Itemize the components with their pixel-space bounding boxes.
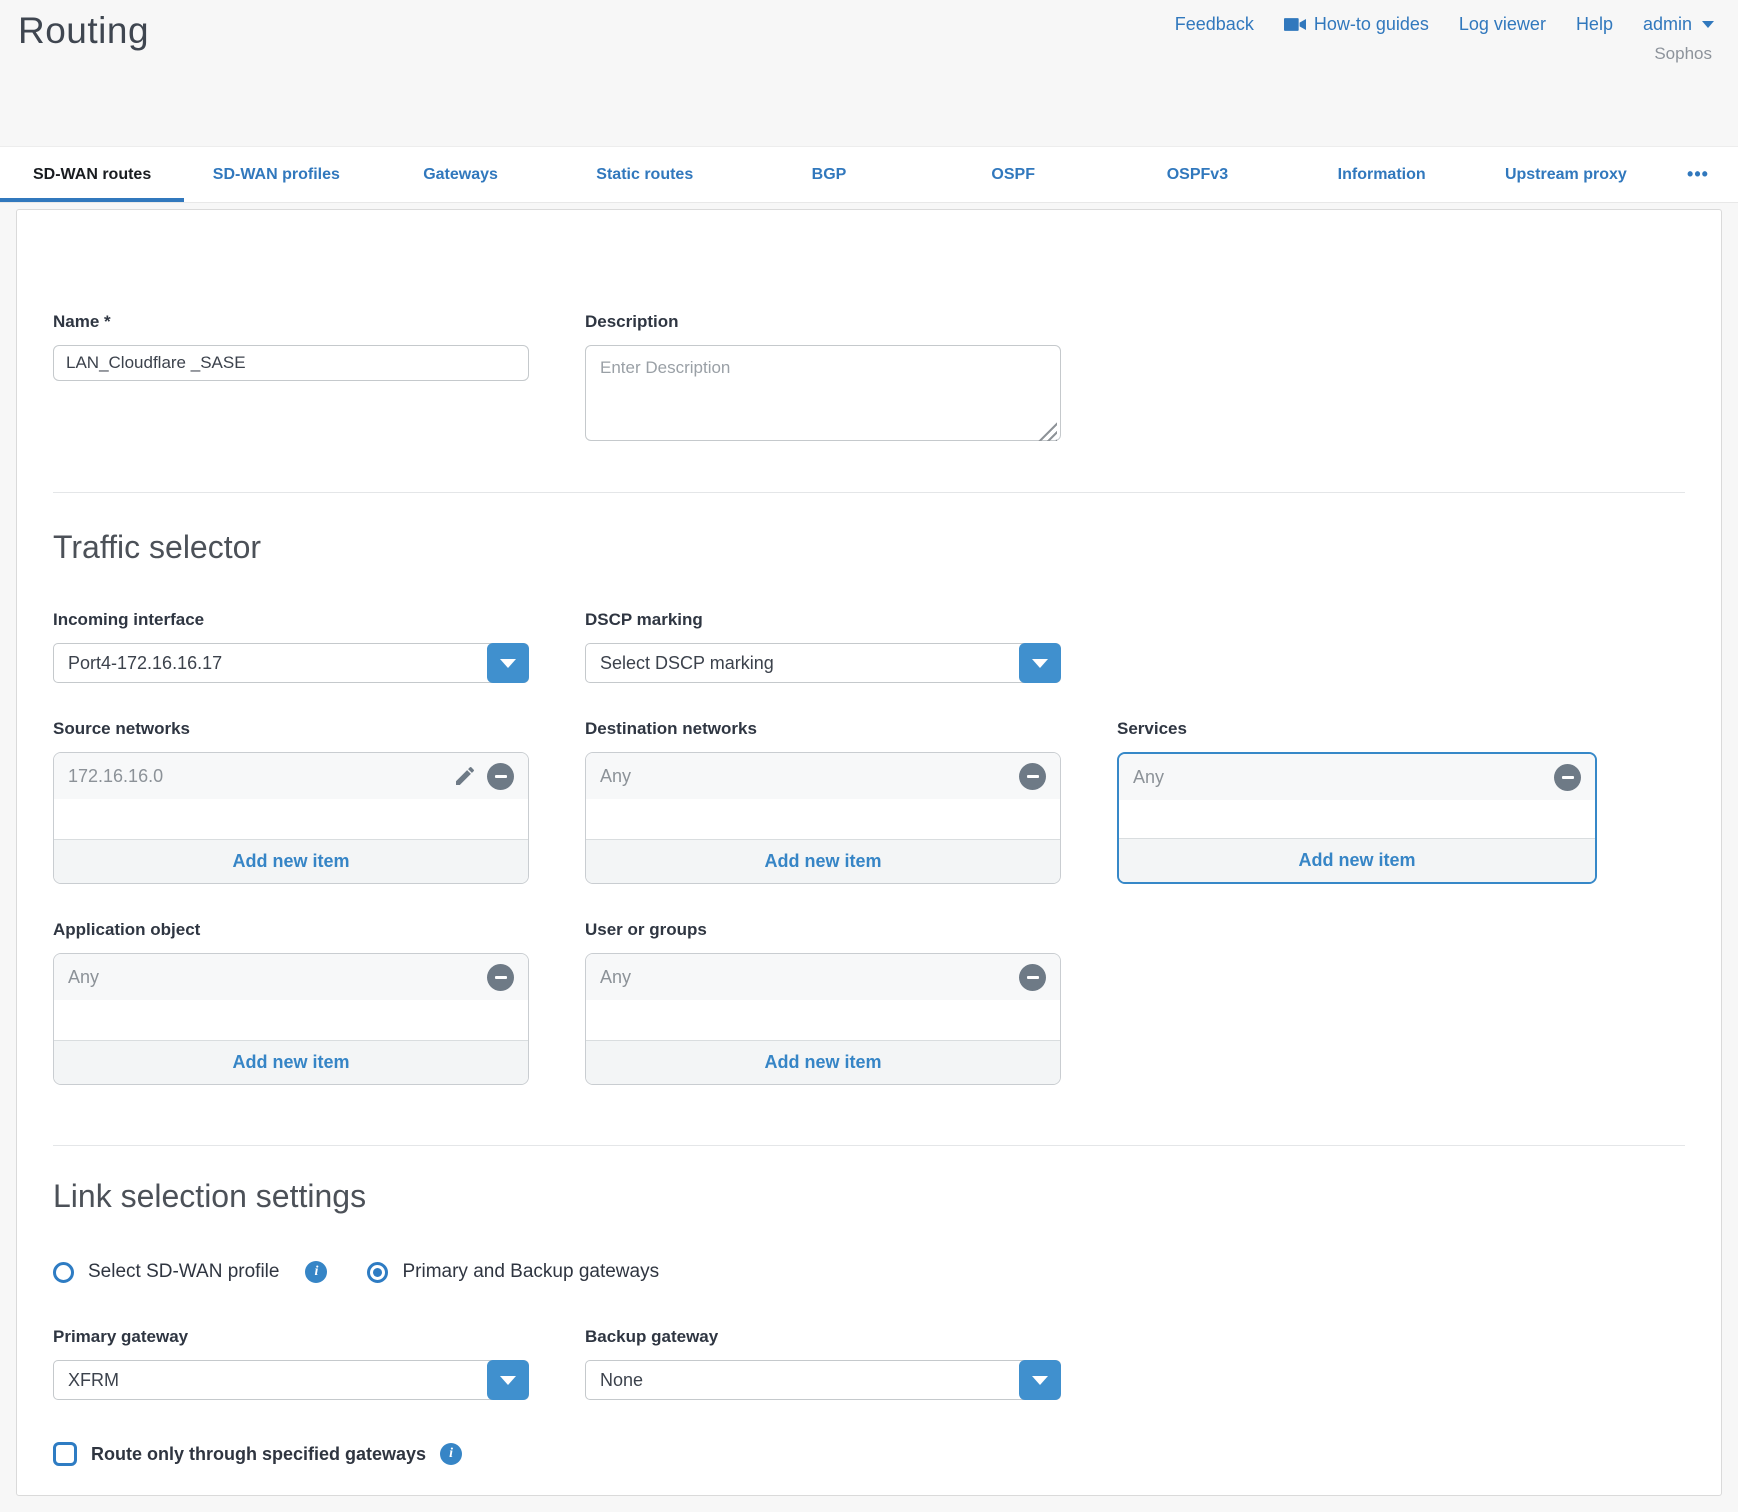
route-only-label: Route only through specified gateways (91, 1444, 426, 1465)
video-camera-icon (1284, 17, 1306, 32)
chevron-down-icon[interactable] (1019, 643, 1061, 683)
application-object-label: Application object (53, 920, 529, 940)
chevron-down-icon[interactable] (487, 1360, 529, 1400)
add-new-item-button[interactable]: Add new item (54, 1040, 528, 1084)
info-icon[interactable]: i (305, 1261, 327, 1283)
description-label: Description (585, 312, 1061, 332)
link-selection-heading: Link selection settings (53, 1178, 1685, 1215)
tab-ospf[interactable]: OSPF (921, 147, 1105, 202)
list-item: Any (586, 954, 1060, 1000)
tab-information[interactable]: Information (1290, 147, 1474, 202)
dscp-marking-value: Select DSCP marking (600, 653, 774, 674)
dscp-marking-select[interactable]: Select DSCP marking (585, 643, 1061, 683)
page-title: Routing (18, 10, 149, 52)
application-object-group: Application object Any Add new item (53, 920, 529, 1085)
radio-unselected-icon (53, 1262, 74, 1283)
source-networks-label: Source networks (53, 719, 529, 739)
destination-networks-label: Destination networks (585, 719, 1061, 739)
add-new-item-button[interactable]: Add new item (54, 839, 528, 883)
list-empty-area (54, 1000, 528, 1040)
incoming-interface-select[interactable]: Port4-172.16.16.17 (53, 643, 529, 683)
tab-static-routes[interactable]: Static routes (553, 147, 737, 202)
backup-gateway-group: Backup gateway None (585, 1327, 1061, 1400)
section-divider (53, 492, 1685, 493)
backup-gateway-value: None (600, 1370, 643, 1391)
list-empty-area (586, 799, 1060, 839)
dscp-marking-group: DSCP marking Select DSCP marking (585, 610, 1061, 683)
sdwan-route-form: Name * Description Traffic selector Inco… (16, 209, 1722, 1496)
user-or-groups-box: Any Add new item (585, 953, 1061, 1085)
more-tabs-button[interactable]: ••• (1658, 147, 1738, 202)
chevron-down-icon (1702, 21, 1714, 28)
feedback-link[interactable]: Feedback (1175, 14, 1254, 35)
edit-pencil-icon[interactable] (453, 764, 477, 788)
destination-networks-box: Any Add new item (585, 752, 1061, 884)
incoming-interface-group: Incoming interface Port4-172.16.16.17 (53, 610, 529, 683)
list-item: Any (54, 954, 528, 1000)
top-nav: Feedback How-to guides Log viewer Help a… (1175, 14, 1714, 35)
primary-gateway-value: XFRM (68, 1370, 119, 1391)
list-item: 172.16.16.0 (54, 753, 528, 799)
primary-gateway-select[interactable]: XFRM (53, 1360, 529, 1400)
services-box: Any Add new item (1117, 752, 1597, 884)
route-only-checkbox[interactable] (53, 1442, 77, 1466)
list-empty-area (54, 799, 528, 839)
list-item: Any (1119, 754, 1595, 800)
description-field-group: Description (585, 312, 1061, 446)
primary-gateway-label: Primary gateway (53, 1327, 529, 1347)
user-or-groups-group: User or groups Any Add new item (585, 920, 1061, 1085)
page-header: Routing Feedback How-to guides Log viewe… (0, 0, 1738, 146)
radio-primary-backup-gateways[interactable]: Primary and Backup gateways (367, 1261, 659, 1283)
remove-item-icon[interactable] (487, 763, 514, 790)
help-link[interactable]: Help (1576, 14, 1613, 35)
link-selection-options: Select SD-WAN profile i Primary and Back… (53, 1261, 1685, 1283)
route-only-row: Route only through specified gateways i (53, 1442, 1685, 1466)
primary-gateway-group: Primary gateway XFRM (53, 1327, 529, 1400)
backup-gateway-select[interactable]: None (585, 1360, 1061, 1400)
add-new-item-button[interactable]: Add new item (586, 839, 1060, 883)
radio-selected-icon (367, 1262, 388, 1283)
tab-sdwan-profiles[interactable]: SD-WAN profiles (184, 147, 368, 202)
dscp-marking-label: DSCP marking (585, 610, 1061, 630)
source-networks-box: 172.16.16.0 Add new item (53, 752, 529, 884)
list-item: Any (586, 753, 1060, 799)
add-new-item-button[interactable]: Add new item (1119, 838, 1595, 882)
radio-select-sdwan-profile[interactable]: Select SD-WAN profile (53, 1261, 279, 1283)
remove-item-icon[interactable] (1554, 764, 1581, 791)
admin-menu[interactable]: admin (1643, 14, 1714, 35)
name-label: Name * (53, 312, 529, 332)
traffic-selector-heading: Traffic selector (53, 529, 1685, 566)
list-empty-area (1119, 800, 1595, 838)
section-divider (53, 1145, 1685, 1146)
log-viewer-link[interactable]: Log viewer (1459, 14, 1546, 35)
description-textarea[interactable] (585, 345, 1061, 441)
remove-item-icon[interactable] (1019, 964, 1046, 991)
tab-ospfv3[interactable]: OSPFv3 (1105, 147, 1289, 202)
remove-item-icon[interactable] (1019, 763, 1046, 790)
chevron-down-icon[interactable] (487, 643, 529, 683)
howto-guides-link[interactable]: How-to guides (1284, 14, 1429, 35)
chevron-down-icon[interactable] (1019, 1360, 1061, 1400)
incoming-interface-value: Port4-172.16.16.17 (68, 653, 222, 674)
destination-networks-group: Destination networks Any Add new item (585, 719, 1061, 884)
add-new-item-button[interactable]: Add new item (586, 1040, 1060, 1084)
services-group: Services Any Add new item (1117, 719, 1597, 884)
incoming-interface-label: Incoming interface (53, 610, 529, 630)
brand-label: Sophos (1654, 44, 1712, 64)
user-or-groups-label: User or groups (585, 920, 1061, 940)
backup-gateway-label: Backup gateway (585, 1327, 1061, 1347)
tab-bar: SD-WAN routes SD-WAN profiles Gateways S… (0, 146, 1738, 202)
services-label: Services (1117, 719, 1597, 739)
list-empty-area (586, 1000, 1060, 1040)
application-object-box: Any Add new item (53, 953, 529, 1085)
source-networks-group: Source networks 172.16.16.0 Add new item (53, 719, 529, 884)
tab-sdwan-routes[interactable]: SD-WAN routes (0, 147, 184, 202)
name-input[interactable] (53, 345, 529, 381)
tab-upstream-proxy[interactable]: Upstream proxy (1474, 147, 1658, 202)
info-icon[interactable]: i (440, 1443, 462, 1465)
tab-bgp[interactable]: BGP (737, 147, 921, 202)
remove-item-icon[interactable] (487, 964, 514, 991)
tab-gateways[interactable]: Gateways (368, 147, 552, 202)
name-field-group: Name * (53, 312, 529, 381)
